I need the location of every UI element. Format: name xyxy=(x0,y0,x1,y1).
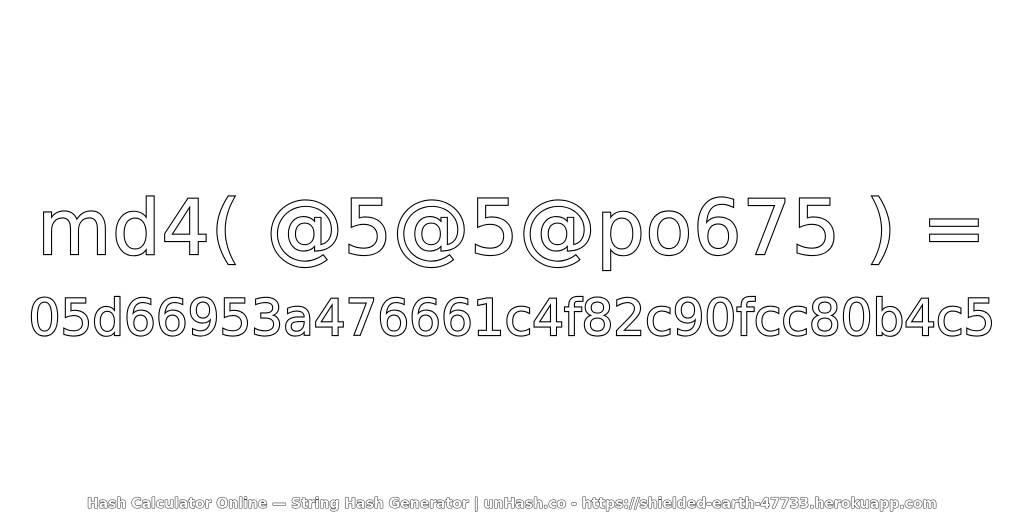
hash-expression-heading: md4( @5@5@po675 ) = xyxy=(36,182,987,273)
hash-result-value: 05d66953a476661c4f82c90fcc80b4c5 xyxy=(28,288,997,348)
footer-credit-text: Hash Calculator Online — String Hash Gen… xyxy=(86,496,938,512)
